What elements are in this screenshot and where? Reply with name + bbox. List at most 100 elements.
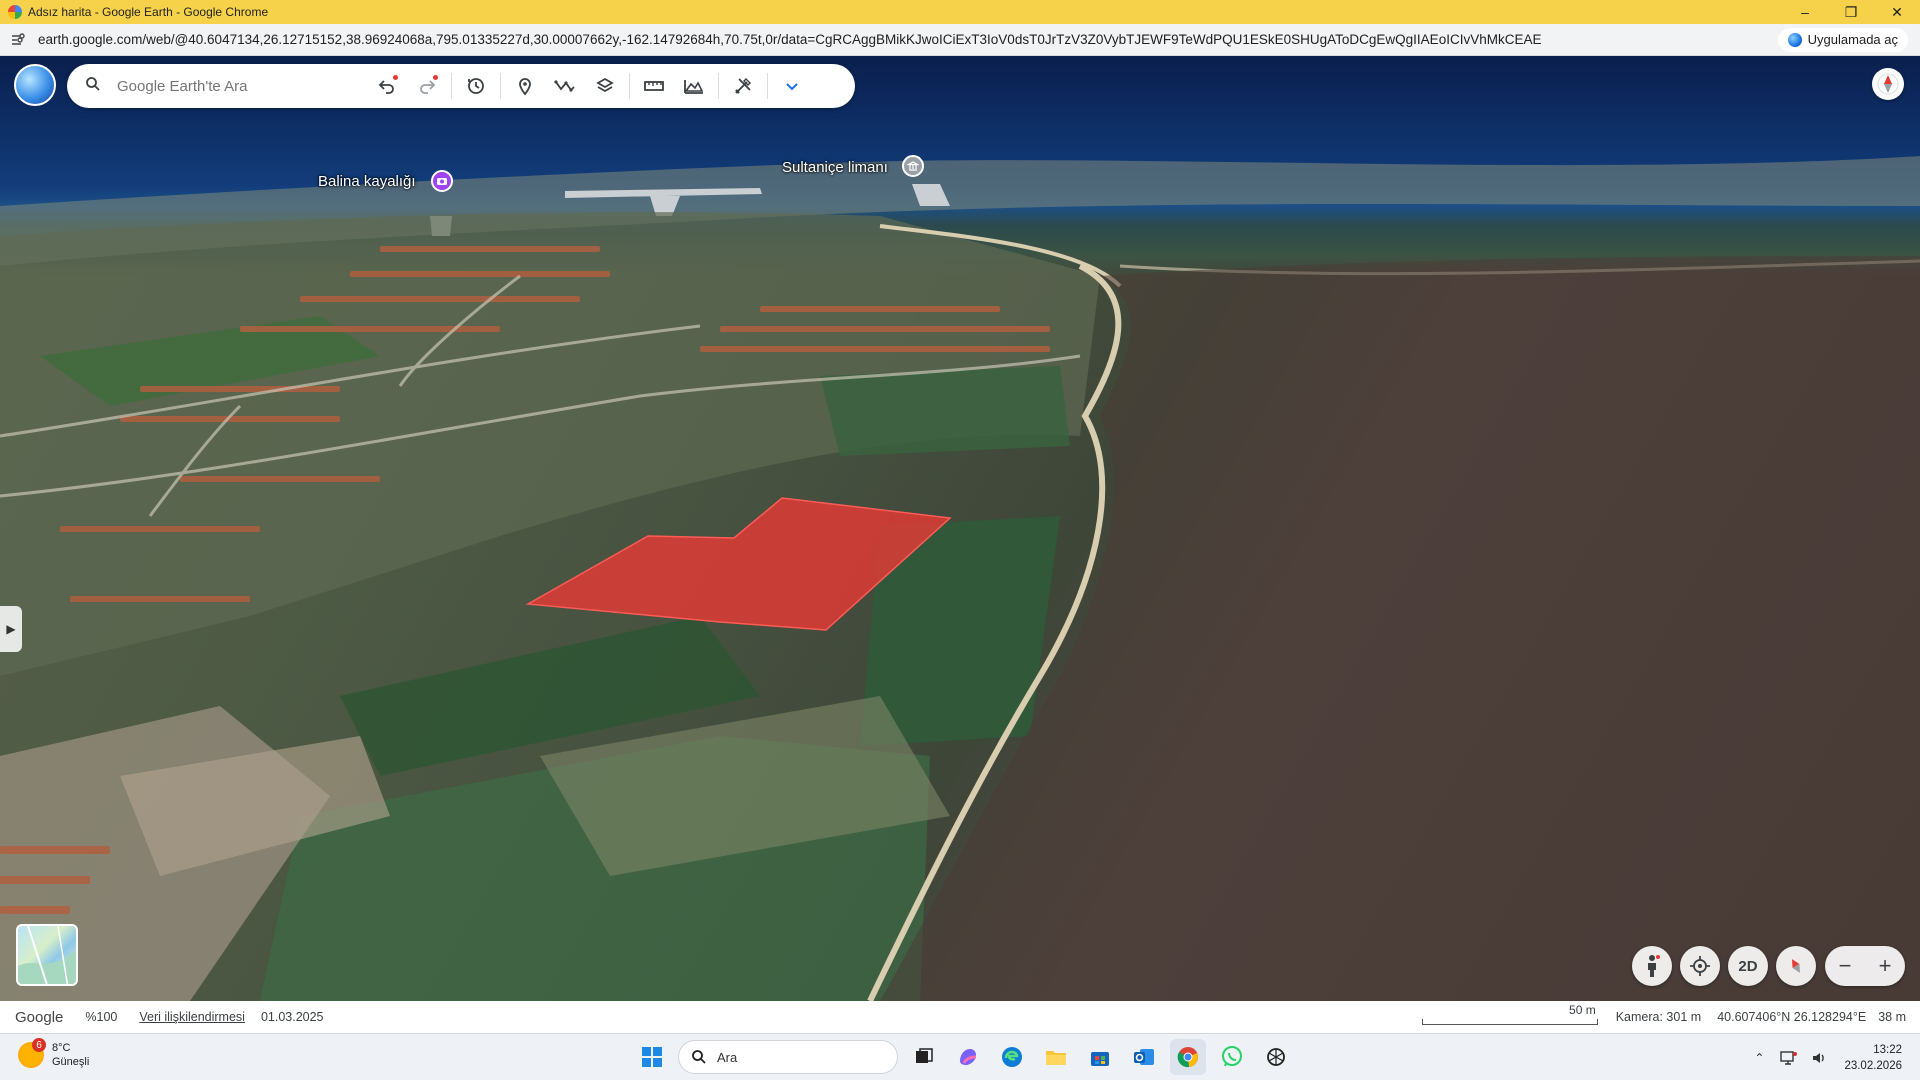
redo-button[interactable] (407, 68, 447, 104)
taskbar-search[interactable]: Ara (678, 1040, 898, 1074)
outlook-app[interactable] (1126, 1039, 1162, 1075)
toolbar-separator (718, 73, 719, 99)
crosshair-icon (1690, 956, 1710, 976)
windows-icon (642, 1047, 662, 1067)
cursor-coordinates: 40.607406°N 26.128294°E (1717, 1010, 1867, 1024)
measure-button[interactable] (634, 68, 674, 104)
folder-icon (1046, 1051, 1066, 1065)
task-view-button[interactable] (906, 1039, 942, 1075)
edge-browser-app[interactable] (994, 1039, 1030, 1075)
layers-icon (596, 77, 614, 93)
landmark-icon[interactable] (902, 155, 924, 177)
chrome-icon (8, 5, 22, 19)
earth-app-icon (1787, 32, 1802, 47)
file-explorer-app[interactable] (1038, 1039, 1074, 1075)
taskbar-apps: Ara (634, 1039, 1294, 1075)
add-placemark-button[interactable] (505, 68, 545, 104)
restore-button[interactable]: ❐ (1828, 0, 1874, 24)
my-location-button[interactable] (1680, 946, 1720, 986)
scale-bar: 50 m (1421, 1003, 1598, 1027)
site-info-icon[interactable] (10, 32, 26, 48)
toolbar-separator (500, 73, 501, 99)
edge-icon (1002, 1047, 1022, 1067)
system-tray: ⌃ 13:22 23.02.2026 (1748, 1034, 1920, 1080)
chrome-app[interactable] (1170, 1039, 1206, 1075)
url-field[interactable]: earth.google.com/web/@40.6047134,26.1271… (38, 32, 1778, 47)
north-arrow-icon (1792, 959, 1800, 973)
zoom-controls: − + (1825, 946, 1905, 986)
store-icon (1091, 1052, 1109, 1066)
task-view-icon (916, 1048, 933, 1063)
network-icon[interactable] (1778, 1047, 1800, 1069)
zoom-out-button[interactable]: − (1825, 946, 1865, 986)
scale-bar-line (1421, 1019, 1598, 1025)
place-label-sultanice[interactable]: Sultaniçe limanı (782, 159, 888, 176)
terrain-imagery (0, 156, 1920, 1001)
notification-badge: 6 (32, 1038, 46, 1052)
redo-indicator (433, 75, 438, 80)
windows-taskbar: 6 8°C Güneşli Ara ⌃ 13:22 23.02.2026 (0, 1033, 1920, 1080)
chatgpt-app[interactable] (1258, 1039, 1294, 1075)
outlook-icon (1134, 1049, 1154, 1065)
undo-button[interactable] (367, 68, 407, 104)
sunny-icon: 6 (18, 1038, 46, 1068)
compass-icon (1877, 73, 1899, 95)
close-button[interactable]: ✕ (1874, 0, 1920, 24)
toolbar-separator (767, 73, 768, 99)
minimize-button[interactable]: – (1782, 0, 1828, 24)
toolbar-separator (451, 73, 452, 99)
search-box[interactable] (71, 68, 367, 104)
tools-icon (735, 78, 751, 94)
chrome-icon (1177, 1047, 1198, 1068)
google-brand: Google (15, 1008, 64, 1026)
weather-condition: Güneşli (52, 1056, 90, 1068)
microsoft-store-app[interactable] (1082, 1039, 1118, 1075)
data-attribution-link[interactable]: Veri ilişkilendirmesi (139, 1010, 245, 1024)
taskbar-search-label: Ara (717, 1049, 738, 1065)
whatsapp-icon (1222, 1046, 1242, 1067)
zoom-level: %100 (85, 1010, 118, 1024)
google-earth-logo[interactable] (14, 64, 56, 106)
weather-widget[interactable]: 6 8°C Güneşli (18, 1038, 90, 1069)
layers-button[interactable] (585, 68, 625, 104)
camera-altitude: Kamera: 301 m (1615, 1010, 1702, 1024)
main-toolbar (67, 64, 855, 108)
toggle-2d-button[interactable]: 2D (1728, 946, 1768, 986)
elevation-profile-icon (684, 80, 704, 94)
place-label-balina[interactable]: Balina kayalığı (318, 173, 416, 190)
side-panel-toggle[interactable]: ▶ (0, 606, 22, 652)
imagery-date: 01.03.2025 (260, 1010, 324, 1024)
search-icon (692, 1050, 706, 1064)
microsoft365-app[interactable] (950, 1039, 986, 1075)
clock-date: 23.02.2026 (1844, 1059, 1902, 1072)
map-view[interactable]: Balina kayalığı Sultaniçe limanı ▶ (0, 56, 1920, 1001)
historical-imagery-button[interactable] (456, 68, 496, 104)
whatsapp-app[interactable] (1214, 1039, 1250, 1075)
start-button[interactable] (634, 1039, 670, 1075)
path-icon (554, 80, 575, 92)
compass-button[interactable] (1872, 68, 1904, 100)
clock-time: 13:22 (1873, 1043, 1902, 1056)
street-view-button[interactable] (1632, 946, 1672, 986)
undo-indicator (393, 75, 398, 80)
address-bar: earth.google.com/web/@40.6047134,26.1271… (0, 24, 1920, 56)
more-tools-button[interactable] (772, 68, 812, 104)
elevation-profile-button[interactable] (674, 68, 714, 104)
open-in-app-button[interactable]: Uygulamada aç (1777, 27, 1908, 52)
search-input[interactable] (117, 77, 337, 95)
compass-reset-button[interactable] (1776, 946, 1816, 986)
map-style-thumbnail[interactable] (16, 924, 78, 986)
draw-path-button[interactable] (545, 68, 585, 104)
camera-icon[interactable] (431, 170, 453, 192)
status-bar: Google %100 Veri ilişkilendirmesi 01.03.… (0, 1001, 1920, 1033)
chevron-up-icon[interactable]: ⌃ (1748, 1047, 1770, 1069)
window-title-bar: Adsız harita - Google Earth - Google Chr… (0, 0, 1920, 24)
zoom-in-button[interactable]: + (1865, 946, 1905, 986)
toolbar-separator (629, 73, 630, 99)
system-clock[interactable]: 13:22 23.02.2026 (1844, 1042, 1902, 1074)
temperature: 8°C (52, 1042, 71, 1054)
tools-button[interactable] (723, 68, 763, 104)
window-title: Adsız harita - Google Earth - Google Chr… (28, 5, 269, 19)
microsoft365-icon (960, 1049, 977, 1065)
volume-icon[interactable] (1808, 1047, 1830, 1069)
